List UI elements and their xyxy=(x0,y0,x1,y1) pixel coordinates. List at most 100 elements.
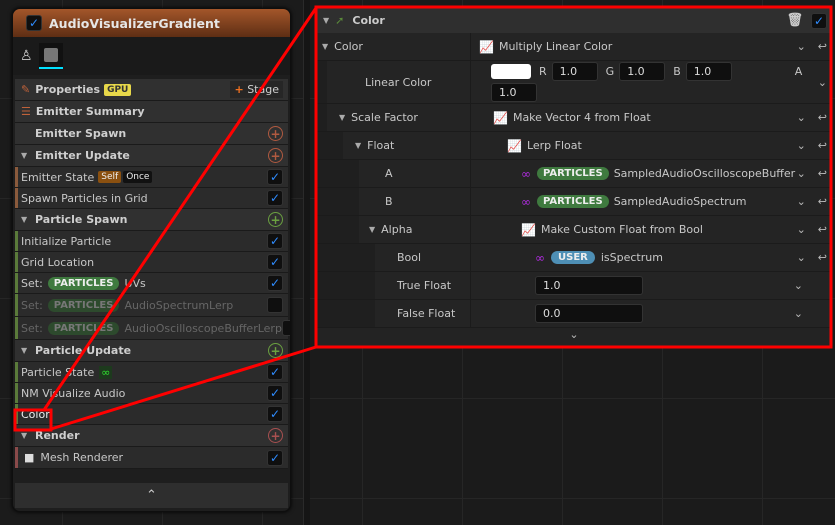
collapse-icon[interactable]: ▼ xyxy=(21,431,29,440)
module-checkbox[interactable]: ✓ xyxy=(267,169,283,185)
collapse-icon[interactable]: ▼ xyxy=(322,42,328,51)
emitter-enabled-checkbox[interactable]: ✓ xyxy=(26,15,42,31)
module-emitter-state[interactable]: Emitter State Self Once ✓ xyxy=(15,167,288,188)
reset-icon[interactable]: ↩ xyxy=(818,40,827,53)
reset-icon[interactable]: ↩ xyxy=(818,111,827,124)
true-float-input[interactable]: 1.0 xyxy=(535,276,643,295)
module-set-spectrum-lerp[interactable]: Set:PARTICLESAudioSpectrumLerp✓ xyxy=(15,294,288,317)
chevron-down-icon[interactable]: ⌄ xyxy=(794,307,803,320)
module-checkbox[interactable]: ✓ xyxy=(267,254,283,270)
linked-value[interactable]: SampledAudioSpectrum xyxy=(614,195,747,208)
link-icon: ∞ xyxy=(521,166,531,181)
add-renderer-icon[interactable]: + xyxy=(268,428,283,443)
module-checkbox[interactable]: ✓ xyxy=(267,275,283,291)
section-emitter-update[interactable]: Emitter Update xyxy=(35,149,130,162)
color-swatch[interactable] xyxy=(491,64,531,79)
g-input[interactable]: 1.0 xyxy=(619,62,666,81)
chevron-down-icon[interactable]: ⌄ xyxy=(797,223,806,236)
link-icon: ∞ xyxy=(521,194,531,209)
trash-icon[interactable]: 🗑 xyxy=(786,13,803,28)
module-checkbox[interactable]: ✓ xyxy=(267,364,283,380)
param-label: Scale Factor xyxy=(351,111,418,124)
chevron-down-icon[interactable]: ⌄ xyxy=(794,279,803,292)
collapse-icon[interactable]: ▼ xyxy=(355,141,361,150)
param-label: Bool xyxy=(397,251,422,264)
module-checkbox[interactable]: ✓ xyxy=(267,190,283,206)
reset-icon[interactable]: ↩ xyxy=(818,167,827,180)
chevron-down-icon[interactable]: ⌄ xyxy=(797,139,806,152)
function-icon: 📈 xyxy=(479,39,494,54)
section-render[interactable]: Render xyxy=(35,429,80,442)
section-particle-update[interactable]: Particle Update xyxy=(35,344,131,357)
particles-badge: PARTICLES xyxy=(47,321,120,335)
reset-icon[interactable]: ↩ xyxy=(818,223,827,236)
module-initialize-particle[interactable]: Initialize Particle ✓ xyxy=(15,231,288,252)
collapse-icon[interactable]: ▼ xyxy=(21,346,29,355)
module-mesh-renderer[interactable]: ■ Mesh Renderer ✓ xyxy=(15,447,288,469)
section-emitter-spawn[interactable]: Emitter Spawn xyxy=(35,127,126,140)
module-set-uvs[interactable]: Set: PARTICLES UVs ✓ xyxy=(15,273,288,294)
gpu-badge: GPU xyxy=(104,83,132,96)
dynamic-input[interactable]: Make Custom Float from Bool xyxy=(541,223,703,236)
chevron-down-icon[interactable]: ⌄ xyxy=(797,195,806,208)
reset-icon[interactable]: ↩ xyxy=(818,139,827,152)
module-set-osc-lerp[interactable]: Set: PARTICLES AudioOscilloscopeBufferLerp… xyxy=(15,317,290,340)
module-checkbox[interactable]: ✓ xyxy=(267,233,283,249)
module-nm-visualize-audio[interactable]: NM Visualize Audio ✓ xyxy=(15,383,288,404)
emitter-header: ✓ AudioVisualizerGradient xyxy=(13,9,290,37)
dynamic-input[interactable]: Lerp Float xyxy=(527,139,582,152)
module-color[interactable]: Color ✓ xyxy=(15,404,288,425)
collapse-node-button[interactable]: ⌃ xyxy=(15,483,288,508)
a-input[interactable]: 1.0 xyxy=(491,83,537,102)
module-spawn-grid[interactable]: Spawn Particles in Grid ✓ xyxy=(15,188,288,209)
function-icon: 📈 xyxy=(493,110,508,125)
linked-value[interactable]: SampledAudioOscilloscopeBuffer xyxy=(614,167,795,180)
add-module-icon[interactable]: + xyxy=(268,148,283,163)
r-input[interactable]: 1.0 xyxy=(551,62,598,81)
collapse-icon[interactable]: ▼ xyxy=(323,16,329,25)
reset-icon[interactable]: ↩ xyxy=(818,251,827,264)
emitter-node: ✓ AudioVisualizerGradient ♙ ✎ Properties GP… xyxy=(12,8,291,512)
module-checkbox[interactable]: ✓ xyxy=(267,385,283,401)
module-checkbox[interactable]: ✓ xyxy=(267,449,283,466)
module-checkbox[interactable]: ✓ xyxy=(267,297,283,313)
add-module-icon[interactable]: + xyxy=(268,343,283,358)
module-grid-location[interactable]: Grid Location ✓ xyxy=(15,252,288,273)
chevron-down-icon[interactable]: ⌄ xyxy=(797,111,806,124)
dynamic-input[interactable]: Make Vector 4 from Float xyxy=(513,111,651,124)
mesh-preview-icon[interactable] xyxy=(38,43,63,69)
linked-value[interactable]: isSpectrum xyxy=(601,251,663,264)
section-particle-spawn[interactable]: Particle Spawn xyxy=(35,213,127,226)
collapse-icon[interactable]: ▼ xyxy=(21,151,29,160)
system-icon[interactable]: ♙ xyxy=(20,48,33,64)
show-more-chevron-icon[interactable]: ⌄ xyxy=(317,328,831,346)
module-checkbox[interactable]: ✓ xyxy=(267,406,283,422)
once-badge: Once xyxy=(123,171,153,183)
module-checkbox[interactable]: ✓ xyxy=(281,320,290,336)
module-enabled-checkbox[interactable]: ✓ xyxy=(811,12,827,29)
param-label: Linear Color xyxy=(365,75,432,89)
b-input[interactable]: 1.0 xyxy=(685,62,732,81)
collapse-icon[interactable]: ▼ xyxy=(369,225,375,234)
add-stage-button[interactable]: + Stage xyxy=(230,81,283,98)
chevron-down-icon[interactable]: ⌄ xyxy=(797,251,806,264)
collapse-icon[interactable]: ▼ xyxy=(21,215,29,224)
particles-badge: PARTICLES xyxy=(47,298,120,312)
link-icon: ∞ xyxy=(535,250,545,265)
properties-label[interactable]: Properties xyxy=(35,83,100,96)
infinity-icon: ∞ xyxy=(99,365,113,379)
dynamic-input[interactable]: Multiply Linear Color xyxy=(499,40,612,53)
add-module-icon[interactable]: + xyxy=(268,126,283,141)
chevron-down-icon[interactable]: ⌄ xyxy=(797,40,806,53)
reset-icon[interactable]: ↩ xyxy=(818,195,827,208)
particles-badge: PARTICLES xyxy=(537,195,609,208)
user-badge: USER xyxy=(551,251,595,264)
chevron-down-icon[interactable]: ⌄ xyxy=(797,167,806,180)
collapse-icon[interactable]: ▼ xyxy=(339,113,345,122)
emitter-summary[interactable]: Emitter Summary xyxy=(36,105,145,118)
module-particle-state[interactable]: Particle State ∞ ✓ xyxy=(15,362,288,383)
panel-splitter[interactable] xyxy=(303,0,310,525)
false-float-input[interactable]: 0.0 xyxy=(535,304,643,323)
add-module-icon[interactable]: + xyxy=(268,212,283,227)
chevron-down-icon[interactable]: ⌄ xyxy=(818,76,827,89)
